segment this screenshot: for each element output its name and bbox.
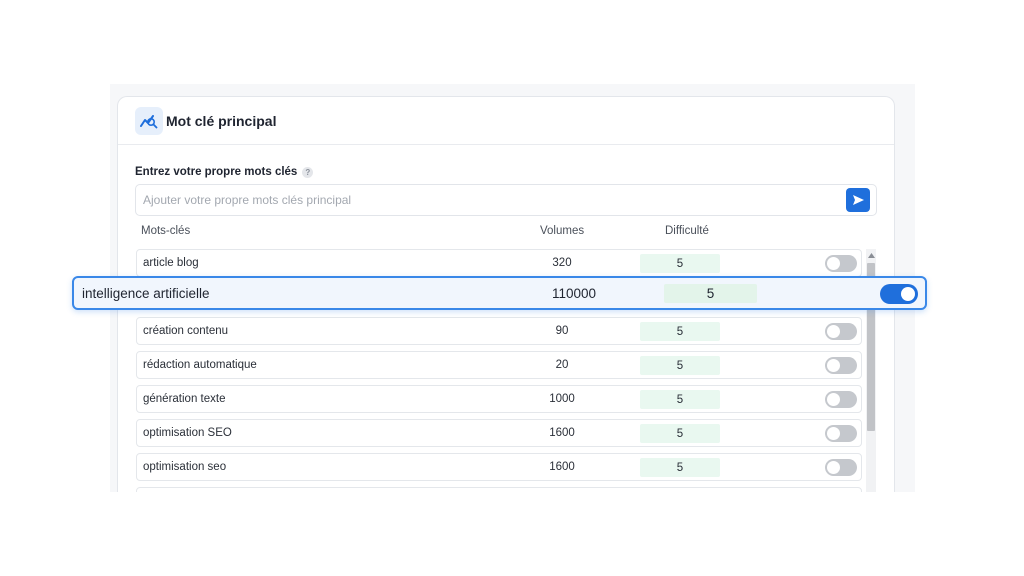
- table-row: rédaction automatique 20 5: [136, 351, 862, 379]
- toggle-knob: [827, 359, 840, 372]
- column-header-difficulty[interactable]: Difficulté: [665, 225, 709, 237]
- row-keyword: rédaction automatique: [143, 359, 257, 371]
- toggle-knob: [901, 287, 915, 301]
- column-header-keyword[interactable]: Mots-clés: [141, 225, 190, 237]
- toggle-knob: [827, 427, 840, 440]
- row-keyword: intelligence artificielle: [82, 286, 210, 301]
- row-volume: 1000: [549, 393, 575, 405]
- row-difficulty: 5: [640, 254, 720, 273]
- row-volume: 320: [552, 257, 572, 269]
- row-toggle[interactable]: [825, 255, 857, 272]
- row-volume: 90: [555, 325, 569, 337]
- row-difficulty: 5: [640, 458, 720, 477]
- send-button[interactable]: [846, 188, 870, 212]
- table-row: création contenu 90 5: [136, 317, 862, 345]
- row-toggle[interactable]: [825, 323, 857, 340]
- row-volume: 110000: [551, 286, 597, 301]
- table-row: génération texte 1000 5: [136, 385, 862, 413]
- row-toggle[interactable]: [880, 284, 918, 304]
- scroll-up-arrow-icon[interactable]: [866, 251, 876, 259]
- row-difficulty: 5: [664, 284, 757, 303]
- table-row-highlighted: intelligence artificielle 110000 5: [72, 276, 927, 310]
- row-volume: 1600: [549, 427, 575, 439]
- keyword-input[interactable]: [135, 184, 877, 216]
- row-volume: 1600: [549, 461, 575, 473]
- row-keyword: génération texte: [143, 393, 226, 405]
- column-header-volume[interactable]: Volumes: [540, 225, 584, 237]
- row-toggle[interactable]: [825, 459, 857, 476]
- row-difficulty: 5: [640, 356, 720, 375]
- row-toggle[interactable]: [825, 425, 857, 442]
- table-row: optimisation SEO 1600 5: [136, 419, 862, 447]
- toggle-knob: [827, 325, 840, 338]
- help-icon[interactable]: ?: [302, 166, 314, 178]
- row-difficulty: 5: [640, 424, 720, 443]
- row-difficulty: 5: [640, 390, 720, 409]
- table-row: optimisation seo 1600 5: [136, 453, 862, 481]
- row-keyword: optimisation seo: [143, 461, 227, 473]
- row-toggle[interactable]: [825, 357, 857, 374]
- card-title: Mot clé principal: [166, 113, 277, 129]
- toggle-knob: [827, 393, 840, 406]
- card-header: Mot clé principal: [118, 97, 894, 145]
- row-keyword: création contenu: [143, 325, 229, 337]
- row-keyword: optimisation SEO: [143, 427, 232, 439]
- table-row: article blog 320 5: [136, 249, 862, 277]
- keyword-input-label-text: Entrez votre propre mots clés: [135, 166, 298, 178]
- row-volume: 20: [555, 359, 569, 371]
- toggle-knob: [827, 257, 840, 270]
- keyword-input-label: Entrez votre propre mots clés ?: [135, 166, 314, 178]
- send-icon: [852, 195, 864, 205]
- toggle-knob: [827, 461, 840, 474]
- table-row-partial: [136, 487, 862, 492]
- row-difficulty: 5: [640, 322, 720, 341]
- row-toggle[interactable]: [825, 391, 857, 408]
- row-keyword: article blog: [143, 257, 199, 269]
- keyword-chart-icon: [135, 107, 163, 135]
